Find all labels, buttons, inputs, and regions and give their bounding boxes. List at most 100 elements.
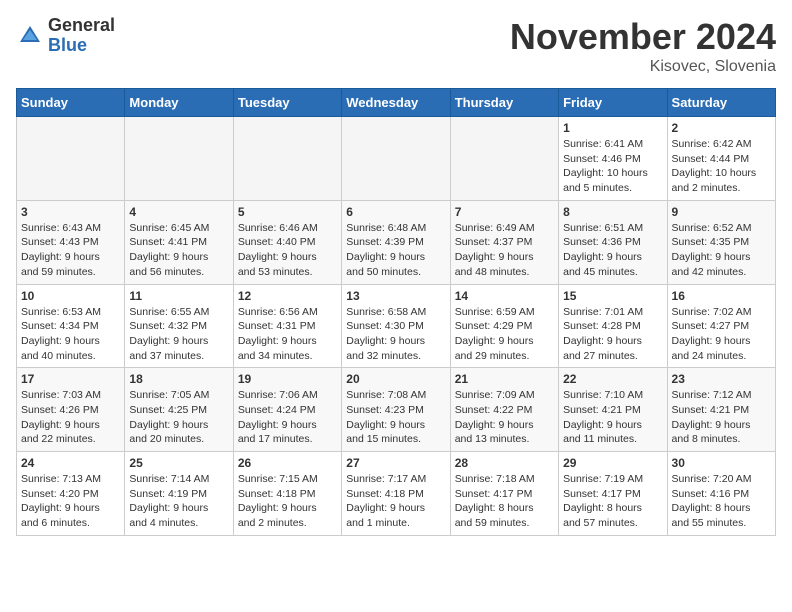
day-info: Sunrise: 6:46 AM Sunset: 4:40 PM Dayligh…: [238, 221, 337, 280]
day-number: 14: [455, 289, 554, 303]
day-info: Sunrise: 7:15 AM Sunset: 4:18 PM Dayligh…: [238, 472, 337, 531]
calendar-cell: 19Sunrise: 7:06 AM Sunset: 4:24 PM Dayli…: [233, 368, 341, 452]
header-thursday: Thursday: [450, 89, 558, 117]
header-tuesday: Tuesday: [233, 89, 341, 117]
day-number: 16: [672, 289, 771, 303]
calendar-cell: 13 Sunrise: 6:58 AM Sunset: 4:30 PM Dayli…: [342, 284, 450, 368]
day-number: 18: [129, 372, 228, 386]
day-info: Sunrise: 7:18 AM Sunset: 4:17 PM Dayligh…: [455, 472, 554, 531]
calendar-cell: 16 Sunrise: 7:02 AM Sunset: 4:27 PM Dayli…: [667, 284, 775, 368]
day-number: 2: [672, 121, 771, 135]
day-number: 6: [346, 205, 445, 219]
day-number: 17: [21, 372, 120, 386]
calendar-cell: 17 Sunrise: 7:03 AM Sunset: 4:26 PM Dayli…: [17, 368, 125, 452]
day-info: Sunrise: 6:52 AM Sunset: 4:35 PM Dayligh…: [672, 221, 771, 280]
day-number: 20: [346, 372, 445, 386]
day-info: Sunrise: 7:17 AM Sunset: 4:18 PM Dayligh…: [346, 472, 445, 531]
calendar-cell: 25 Sunrise: 7:14 AM Sunset: 4:19 PM Dayli…: [125, 452, 233, 536]
calendar-cell: 8 Sunrise: 6:51 AM Sunset: 4:36 PM Daylig…: [559, 200, 667, 284]
day-info: Sunrise: 6:51 AM Sunset: 4:36 PM Dayligh…: [563, 221, 662, 280]
day-number: 22: [563, 372, 662, 386]
day-number: 4: [129, 205, 228, 219]
day-number: 3: [21, 205, 120, 219]
day-number: 28: [455, 456, 554, 470]
day-number: 21: [455, 372, 554, 386]
day-number: 23: [672, 372, 771, 386]
day-info: Sunrise: 6:58 AM Sunset: 4:30 PM Dayligh…: [346, 305, 445, 364]
day-info: Sunrise: 7:19 AM Sunset: 4:17 PM Dayligh…: [563, 472, 662, 531]
logo: General Blue: [16, 16, 115, 56]
calendar-cell: 7 Sunrise: 6:49 AM Sunset: 4:37 PM Daylig…: [450, 200, 558, 284]
calendar-cell: 30 Sunrise: 7:20 AM Sunset: 4:16 PM Dayli…: [667, 452, 775, 536]
calendar-cell: 21 Sunrise: 7:09 AM Sunset: 4:22 PM Dayli…: [450, 368, 558, 452]
day-info: Sunrise: 7:01 AM Sunset: 4:28 PM Dayligh…: [563, 305, 662, 364]
calendar-week-3: 10 Sunrise: 6:53 AM Sunset: 4:34 PM Dayli…: [17, 284, 776, 368]
calendar-cell: 10 Sunrise: 6:53 AM Sunset: 4:34 PM Dayli…: [17, 284, 125, 368]
calendar-cell: 4 Sunrise: 6:45 AM Sunset: 4:41 PM Daylig…: [125, 200, 233, 284]
calendar-cell: 23 Sunrise: 7:12 AM Sunset: 4:21 PM Dayli…: [667, 368, 775, 452]
calendar-cell: 12Sunrise: 6:56 AM Sunset: 4:31 PM Dayli…: [233, 284, 341, 368]
day-info: Sunrise: 6:55 AM Sunset: 4:32 PM Dayligh…: [129, 305, 228, 364]
calendar-cell: 15Sunrise: 7:01 AM Sunset: 4:28 PM Dayli…: [559, 284, 667, 368]
calendar-cell: [125, 117, 233, 201]
calendar-cell: 28 Sunrise: 7:18 AM Sunset: 4:17 PM Dayli…: [450, 452, 558, 536]
day-info: Sunrise: 6:42 AM Sunset: 4:44 PM Dayligh…: [672, 137, 771, 196]
day-info: Sunrise: 6:43 AM Sunset: 4:43 PM Dayligh…: [21, 221, 120, 280]
day-info: Sunrise: 6:53 AM Sunset: 4:34 PM Dayligh…: [21, 305, 120, 364]
calendar-cell: 26 Sunrise: 7:15 AM Sunset: 4:18 PM Dayli…: [233, 452, 341, 536]
day-number: 27: [346, 456, 445, 470]
calendar-cell: 5 Sunrise: 6:46 AM Sunset: 4:40 PM Daylig…: [233, 200, 341, 284]
day-number: 30: [672, 456, 771, 470]
day-info: Sunrise: 7:14 AM Sunset: 4:19 PM Dayligh…: [129, 472, 228, 531]
day-info: Sunrise: 7:03 AM Sunset: 4:26 PM Dayligh…: [21, 388, 120, 447]
calendar-cell: 20 Sunrise: 7:08 AM Sunset: 4:23 PM Dayli…: [342, 368, 450, 452]
calendar-cell: 2 Sunrise: 6:42 AM Sunset: 4:44 PM Daylig…: [667, 117, 775, 201]
calendar-week-1: 1Sunrise: 6:41 AM Sunset: 4:46 PM Daylig…: [17, 117, 776, 201]
day-number: 25: [129, 456, 228, 470]
month-title: November 2024: [510, 16, 776, 58]
calendar-cell: 29 Sunrise: 7:19 AM Sunset: 4:17 PM Dayli…: [559, 452, 667, 536]
day-info: Sunrise: 7:02 AM Sunset: 4:27 PM Dayligh…: [672, 305, 771, 364]
day-number: 26: [238, 456, 337, 470]
day-info: Sunrise: 7:20 AM Sunset: 4:16 PM Dayligh…: [672, 472, 771, 531]
day-number: 1: [563, 121, 662, 135]
page-header: General Blue November 2024 Kisovec, Slov…: [16, 16, 776, 76]
day-number: 5: [238, 205, 337, 219]
calendar-cell: 6 Sunrise: 6:48 AM Sunset: 4:39 PM Daylig…: [342, 200, 450, 284]
day-number: 29: [563, 456, 662, 470]
calendar-cell: [233, 117, 341, 201]
day-number: 10: [21, 289, 120, 303]
logo-icon: [16, 22, 44, 50]
day-info: Sunrise: 7:09 AM Sunset: 4:22 PM Dayligh…: [455, 388, 554, 447]
day-number: 8: [563, 205, 662, 219]
header-wednesday: Wednesday: [342, 89, 450, 117]
calendar-week-2: 3 Sunrise: 6:43 AM Sunset: 4:43 PM Daylig…: [17, 200, 776, 284]
calendar-week-4: 17 Sunrise: 7:03 AM Sunset: 4:26 PM Dayli…: [17, 368, 776, 452]
day-info: Sunrise: 6:59 AM Sunset: 4:29 PM Dayligh…: [455, 305, 554, 364]
day-info: Sunrise: 6:48 AM Sunset: 4:39 PM Dayligh…: [346, 221, 445, 280]
day-number: 11: [129, 289, 228, 303]
calendar-cell: [17, 117, 125, 201]
calendar-header-row: SundayMondayTuesdayWednesdayThursdayFrid…: [17, 89, 776, 117]
day-info: Sunrise: 7:06 AM Sunset: 4:24 PM Dayligh…: [238, 388, 337, 447]
header-friday: Friday: [559, 89, 667, 117]
day-number: 9: [672, 205, 771, 219]
day-number: 13: [346, 289, 445, 303]
day-info: Sunrise: 7:08 AM Sunset: 4:23 PM Dayligh…: [346, 388, 445, 447]
calendar-cell: 9 Sunrise: 6:52 AM Sunset: 4:35 PM Daylig…: [667, 200, 775, 284]
calendar-cell: [342, 117, 450, 201]
day-info: Sunrise: 6:49 AM Sunset: 4:37 PM Dayligh…: [455, 221, 554, 280]
calendar-cell: 11 Sunrise: 6:55 AM Sunset: 4:32 PM Dayli…: [125, 284, 233, 368]
location: Kisovec, Slovenia: [510, 58, 776, 76]
day-info: Sunrise: 7:12 AM Sunset: 4:21 PM Dayligh…: [672, 388, 771, 447]
calendar-cell: 14 Sunrise: 6:59 AM Sunset: 4:29 PM Dayli…: [450, 284, 558, 368]
calendar-cell: 1Sunrise: 6:41 AM Sunset: 4:46 PM Daylig…: [559, 117, 667, 201]
title-section: November 2024 Kisovec, Slovenia: [510, 16, 776, 76]
calendar-cell: 18 Sunrise: 7:05 AM Sunset: 4:25 PM Dayli…: [125, 368, 233, 452]
day-info: Sunrise: 7:05 AM Sunset: 4:25 PM Dayligh…: [129, 388, 228, 447]
calendar-week-5: 24Sunrise: 7:13 AM Sunset: 4:20 PM Dayli…: [17, 452, 776, 536]
day-info: Sunrise: 6:45 AM Sunset: 4:41 PM Dayligh…: [129, 221, 228, 280]
header-saturday: Saturday: [667, 89, 775, 117]
day-number: 7: [455, 205, 554, 219]
calendar-cell: 22Sunrise: 7:10 AM Sunset: 4:21 PM Dayli…: [559, 368, 667, 452]
